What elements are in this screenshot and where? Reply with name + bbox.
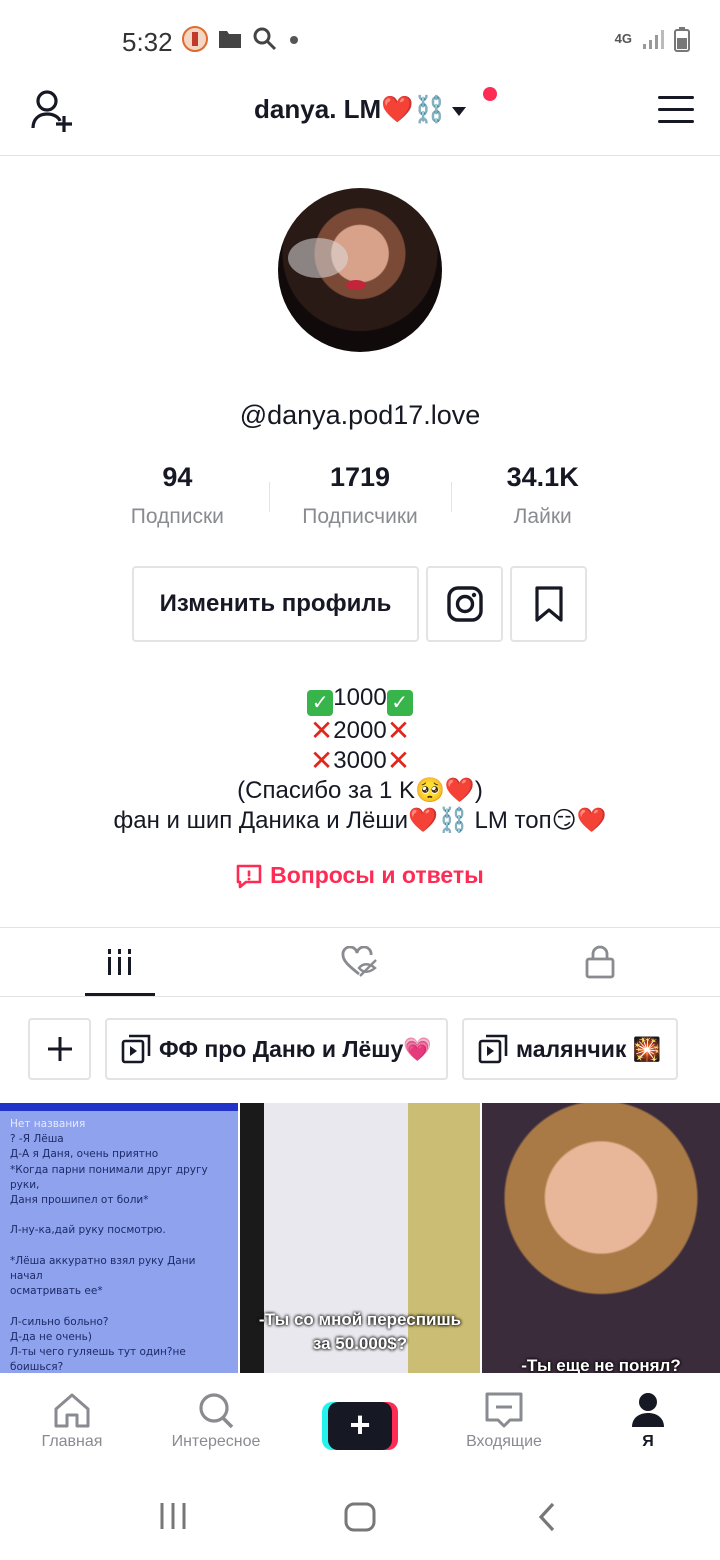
- menu-icon[interactable]: [658, 96, 694, 124]
- playlist-icon: [478, 1034, 508, 1064]
- profile-tabs: [0, 927, 720, 997]
- cross-emoji-icon: ✕: [309, 715, 334, 746]
- playlist-icon: [121, 1034, 151, 1064]
- profile-stats: 94 Подписки 1719 Подписчики 34.1K Лайки: [86, 462, 634, 534]
- search-notification-icon: [253, 27, 277, 51]
- favorites-button[interactable]: [510, 566, 587, 642]
- heart-hidden-icon: [341, 946, 377, 977]
- bio-line: 2000: [333, 717, 387, 744]
- notification-dot: [483, 87, 497, 101]
- folder-icon: [219, 31, 241, 48]
- cross-emoji-icon: ✕: [309, 745, 334, 776]
- status-bar: 5:32 4G: [0, 0, 720, 80]
- tab-private[interactable]: [480, 928, 720, 996]
- qa-link[interactable]: Вопросы и ответы: [0, 862, 720, 889]
- stat-value: 94: [162, 462, 193, 492]
- bio-line: фан и шип Даника и Лёши❤️⛓️ LM топ😏❤️: [113, 807, 607, 834]
- battery-icon: [674, 27, 690, 52]
- grid-icon: [108, 949, 131, 975]
- tab-videos[interactable]: [0, 928, 240, 996]
- video-thumbnail[interactable]: -Ты со мной переспишь за 50.000$?: [240, 1103, 480, 1373]
- bio-line: 1000: [333, 684, 387, 711]
- stat-label: Подписчики: [302, 505, 418, 528]
- check-emoji-icon: ✓: [307, 690, 334, 716]
- instagram-icon: [446, 586, 483, 622]
- recent-apps-icon[interactable]: [158, 1501, 188, 1531]
- plus-icon: [47, 1037, 72, 1061]
- video-caption: за 50.000$?: [312, 1334, 408, 1353]
- video-grid: Нет названия ? -Я Лёша Д-А я Даня, очень…: [0, 1103, 720, 1373]
- search-icon: [199, 1393, 234, 1429]
- bio-line: 3000: [333, 747, 387, 774]
- profile-icon: [632, 1393, 664, 1427]
- stat-followers[interactable]: 1719 Подписчики: [268, 462, 452, 534]
- back-icon[interactable]: [536, 1501, 558, 1533]
- bookmark-icon: [534, 586, 563, 622]
- network-label: 4G: [614, 31, 632, 46]
- avatar[interactable]: [278, 188, 442, 352]
- nav-home[interactable]: Главная: [0, 1373, 144, 1473]
- nav-label: Входящие: [466, 1433, 542, 1450]
- instagram-button[interactable]: [426, 566, 503, 642]
- nav-label: Главная: [41, 1433, 103, 1450]
- stat-likes[interactable]: 34.1K Лайки: [451, 462, 634, 534]
- nav-label: Интересное: [171, 1433, 261, 1450]
- profile-handle: @danya.pod17.love: [239, 400, 481, 430]
- inbox-icon: [485, 1392, 523, 1428]
- playlist-chip[interactable]: ФФ про Даню и Лёшу💗: [105, 1018, 448, 1080]
- edit-profile-button[interactable]: Изменить профиль: [132, 566, 419, 642]
- stat-label: Лайки: [513, 505, 572, 528]
- playlist-label: ФФ про Даню и Лёшу💗: [159, 1035, 432, 1062]
- video-thumbnail[interactable]: Нет названия ? -Я Лёша Д-А я Даня, очень…: [0, 1103, 238, 1373]
- status-notification-icons: [182, 26, 300, 52]
- system-nav-bar: [0, 1473, 720, 1560]
- video-caption: -Ты еще не понял?: [521, 1356, 681, 1373]
- stat-value: 1719: [329, 462, 391, 492]
- lock-icon: [585, 945, 615, 979]
- video-caption: -Ты со мной переспишь: [258, 1310, 462, 1329]
- status-system-icons: 4G: [615, 26, 690, 52]
- stat-following[interactable]: 94 Подписки: [86, 462, 269, 534]
- playlist-label: малянчик 🎇: [516, 1035, 662, 1062]
- nav-me[interactable]: Я: [576, 1373, 720, 1473]
- video-title: Нет названия: [10, 1118, 86, 1130]
- home-icon: [54, 1393, 90, 1428]
- cross-emoji-icon: ✕: [386, 715, 411, 746]
- create-button[interactable]: +: [322, 1402, 398, 1450]
- account-name: danya. LM❤️⛓️: [254, 94, 446, 124]
- playlist-chip[interactable]: малянчик 🎇: [462, 1018, 678, 1080]
- nav-discover[interactable]: Интересное: [144, 1373, 288, 1473]
- qa-icon: [236, 864, 262, 889]
- check-emoji-icon: ✓: [386, 690, 413, 716]
- cross-emoji-icon: ✕: [386, 745, 411, 776]
- video-text: ? -Я Лёша Д-А я Даня, очень приятно *Ког…: [10, 1133, 208, 1373]
- more-dot-icon: [290, 36, 298, 44]
- nav-label: Я: [642, 1433, 654, 1450]
- plus-icon: +: [328, 1402, 392, 1450]
- nav-create[interactable]: +: [288, 1373, 432, 1473]
- profile-bio: ✓ 1000 ✓ ✕2000✕ ✕3000✕ (Спасибо за 1 K🥺❤️)…: [0, 683, 720, 836]
- stat-label: Подписки: [130, 505, 224, 528]
- status-time: 5:32: [122, 27, 173, 57]
- video-thumbnail[interactable]: -Ты еще не понял?: [482, 1103, 720, 1373]
- app-notification-icon: [182, 26, 208, 52]
- stat-value: 34.1K: [506, 462, 579, 492]
- bio-line: (Спасибо за 1 K🥺❤️): [237, 777, 483, 804]
- chevron-down-icon: [451, 106, 466, 116]
- profile-header: danya. LM❤️⛓️: [0, 80, 720, 156]
- add-playlist-button[interactable]: [28, 1018, 91, 1080]
- bottom-nav: Главная Интересное + Входящие Я: [0, 1373, 720, 1473]
- tab-liked[interactable]: [240, 928, 480, 996]
- nav-inbox[interactable]: Входящие: [432, 1373, 576, 1473]
- qa-label: Вопросы и ответы: [270, 862, 484, 888]
- account-switcher[interactable]: danya. LM❤️⛓️: [0, 94, 720, 125]
- home-button-icon[interactable]: [343, 1501, 377, 1533]
- signal-icon: [643, 30, 664, 49]
